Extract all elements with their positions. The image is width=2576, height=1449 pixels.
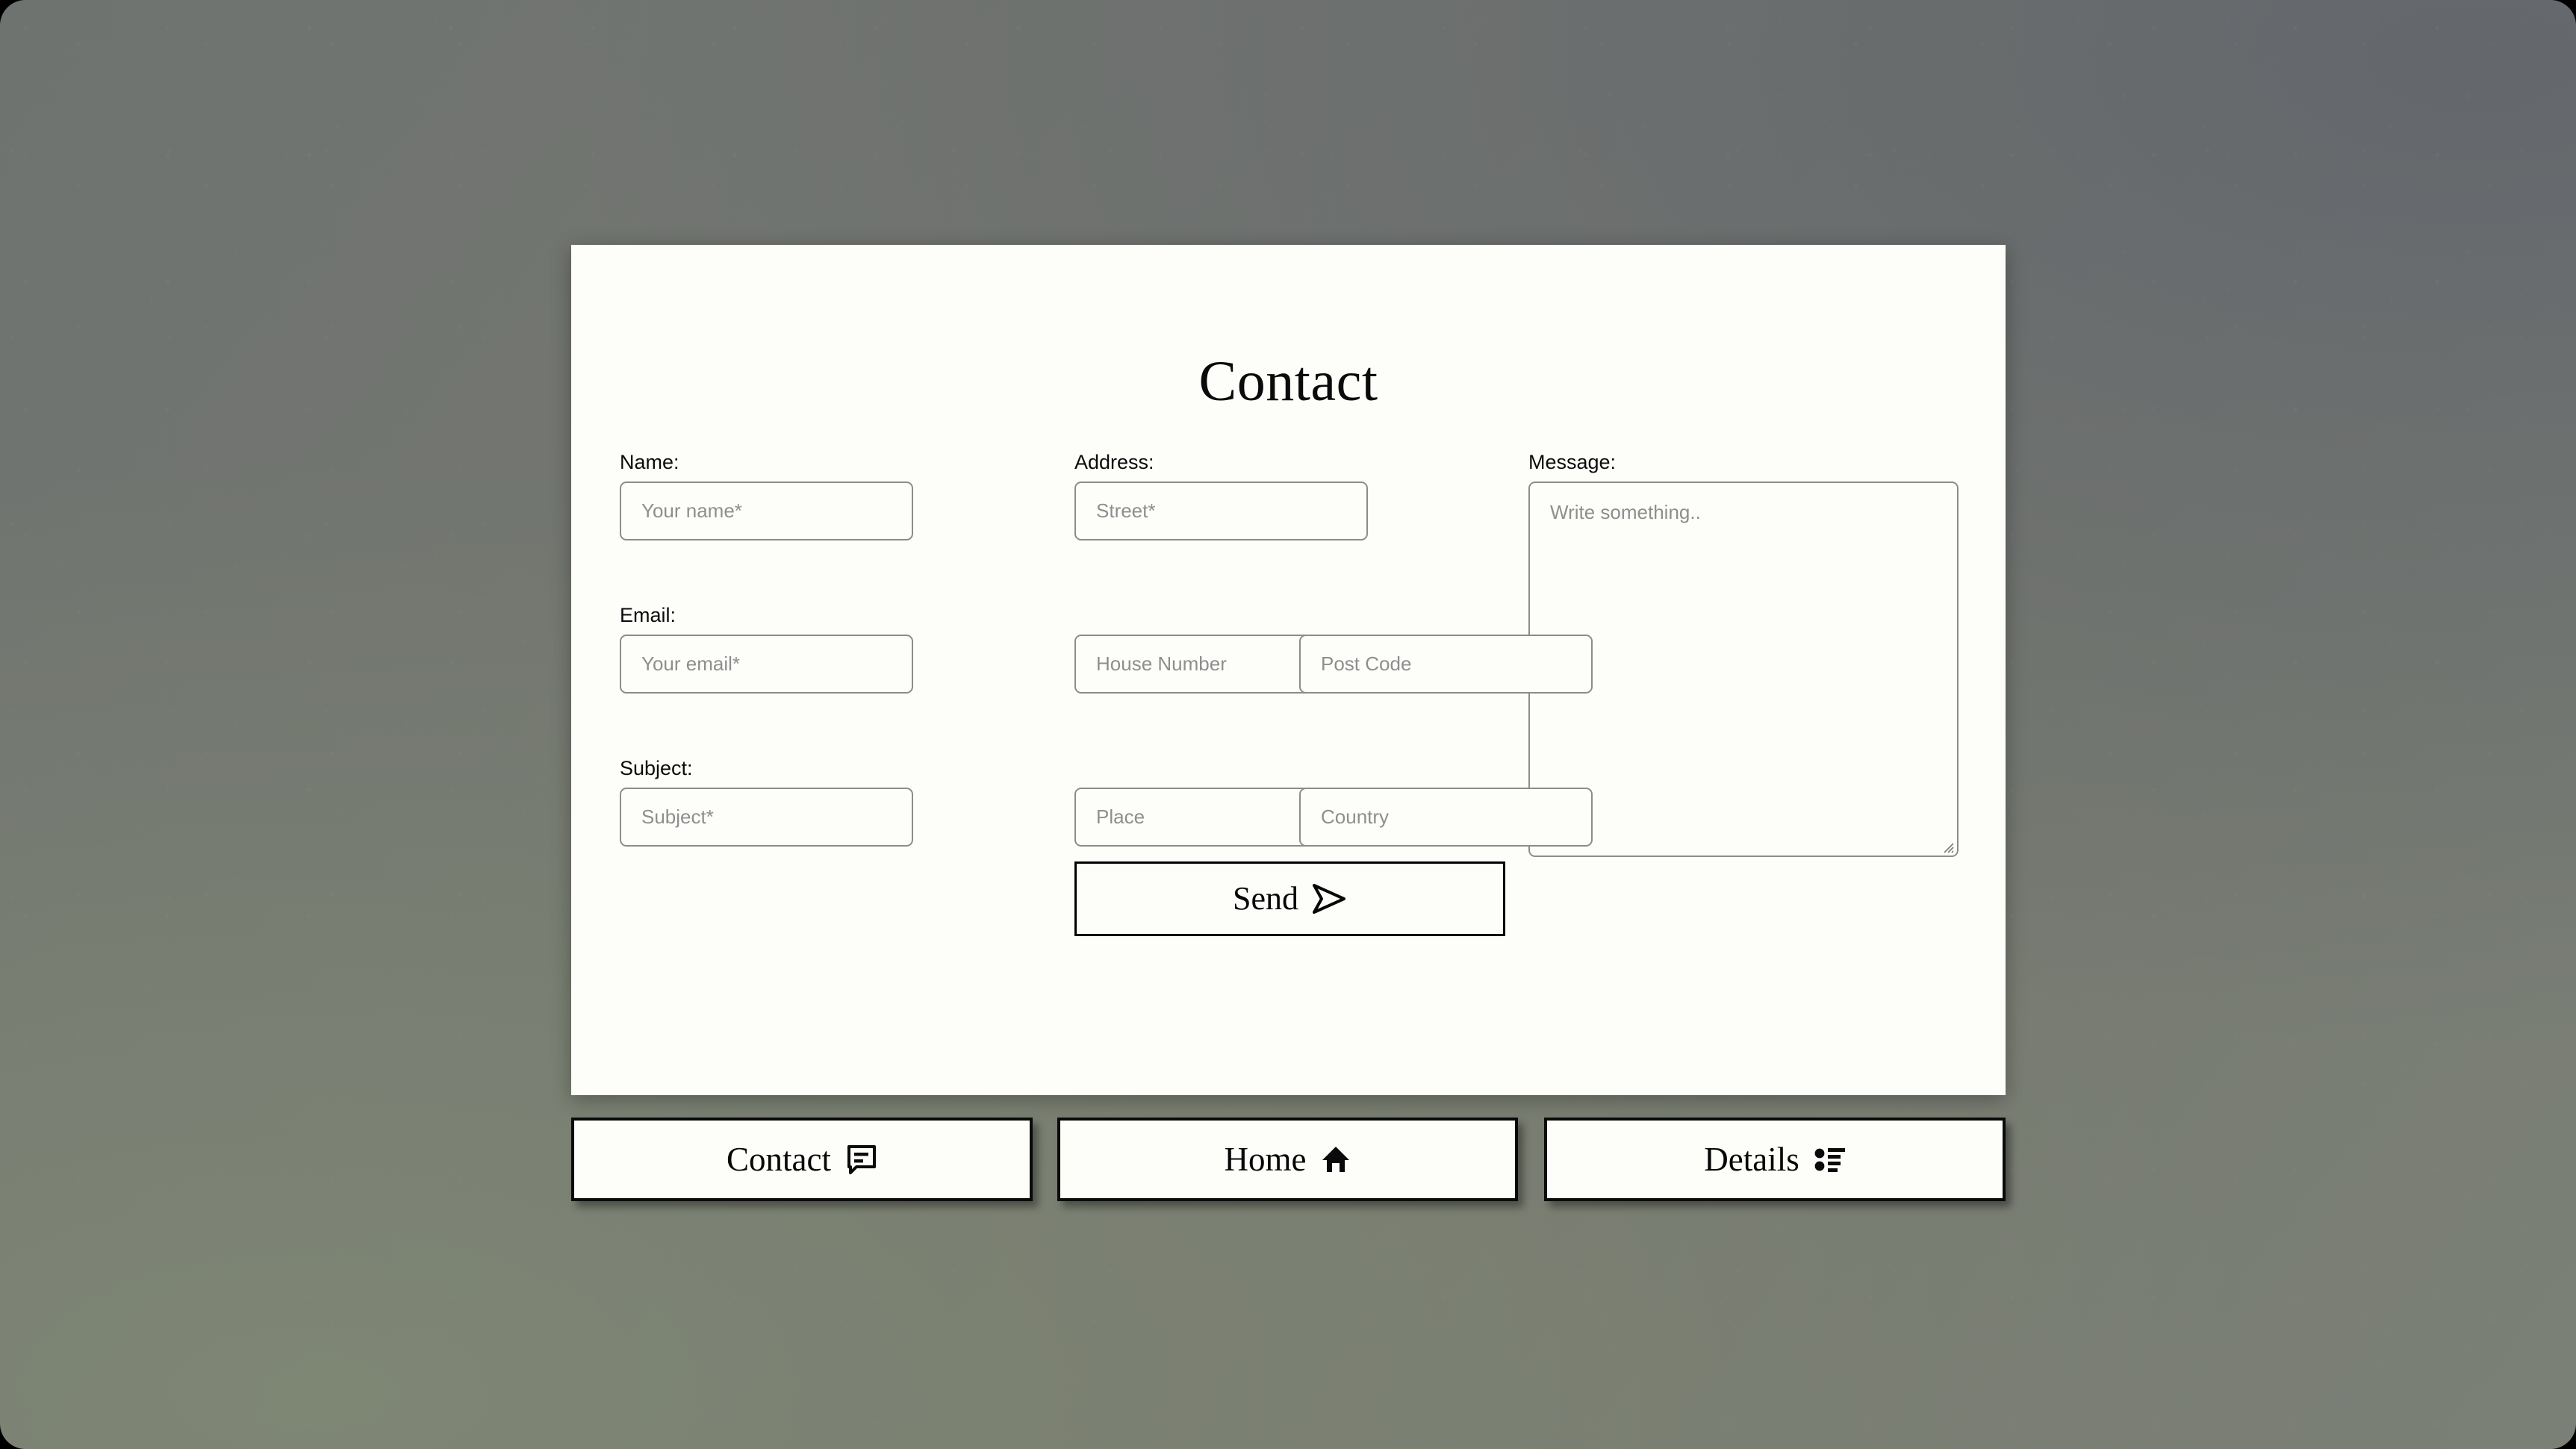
name-input[interactable]	[620, 482, 913, 540]
field-group-place	[1074, 758, 1368, 847]
field-group-post-code	[1299, 605, 1593, 694]
field-group-subject: Subject:	[620, 758, 1051, 847]
label-subject: Subject:	[620, 757, 693, 779]
nav-button-details[interactable]: Details	[1544, 1118, 2006, 1201]
nav-button-home[interactable]: Home	[1057, 1118, 1518, 1201]
field-group-email: Email:	[620, 605, 1051, 694]
label-address: Address:	[1074, 451, 1154, 473]
label-message: Message:	[1528, 451, 1617, 473]
label-email: Email:	[620, 604, 676, 626]
field-group-country	[1299, 758, 1593, 847]
page-title: Contact	[1198, 350, 1378, 413]
app-screen: Contact Name: Address: Message:	[0, 0, 2576, 1449]
house-icon	[1321, 1144, 1351, 1174]
nav-label-home: Home	[1224, 1140, 1307, 1178]
message-textarea[interactable]	[1528, 482, 1959, 857]
comment-bubble-icon	[846, 1144, 877, 1175]
country-input[interactable]	[1299, 788, 1593, 847]
field-group-message: Message:	[1528, 452, 1959, 857]
send-button-label: Send	[1233, 880, 1298, 917]
contact-card: Contact Name: Address: Message:	[571, 245, 2006, 1095]
post-code-input[interactable]	[1299, 635, 1593, 694]
bulleted-list-icon	[1814, 1146, 1846, 1173]
field-group-house-number	[1074, 605, 1368, 694]
send-arrow-icon	[1311, 882, 1347, 915]
field-group-name: Name:	[620, 452, 1051, 540]
send-button[interactable]: Send	[1074, 861, 1505, 936]
nav-label-contact: Contact	[727, 1140, 831, 1178]
bottom-navigation: Contact Home Details	[571, 1118, 2006, 1201]
subject-input[interactable]	[620, 788, 913, 847]
label-name: Name:	[620, 451, 679, 473]
nav-button-contact[interactable]: Contact	[571, 1118, 1033, 1201]
nav-label-details: Details	[1704, 1140, 1799, 1178]
email-input[interactable]	[620, 635, 913, 694]
field-group-address: Address:	[1074, 452, 1505, 540]
street-input[interactable]	[1074, 482, 1368, 540]
